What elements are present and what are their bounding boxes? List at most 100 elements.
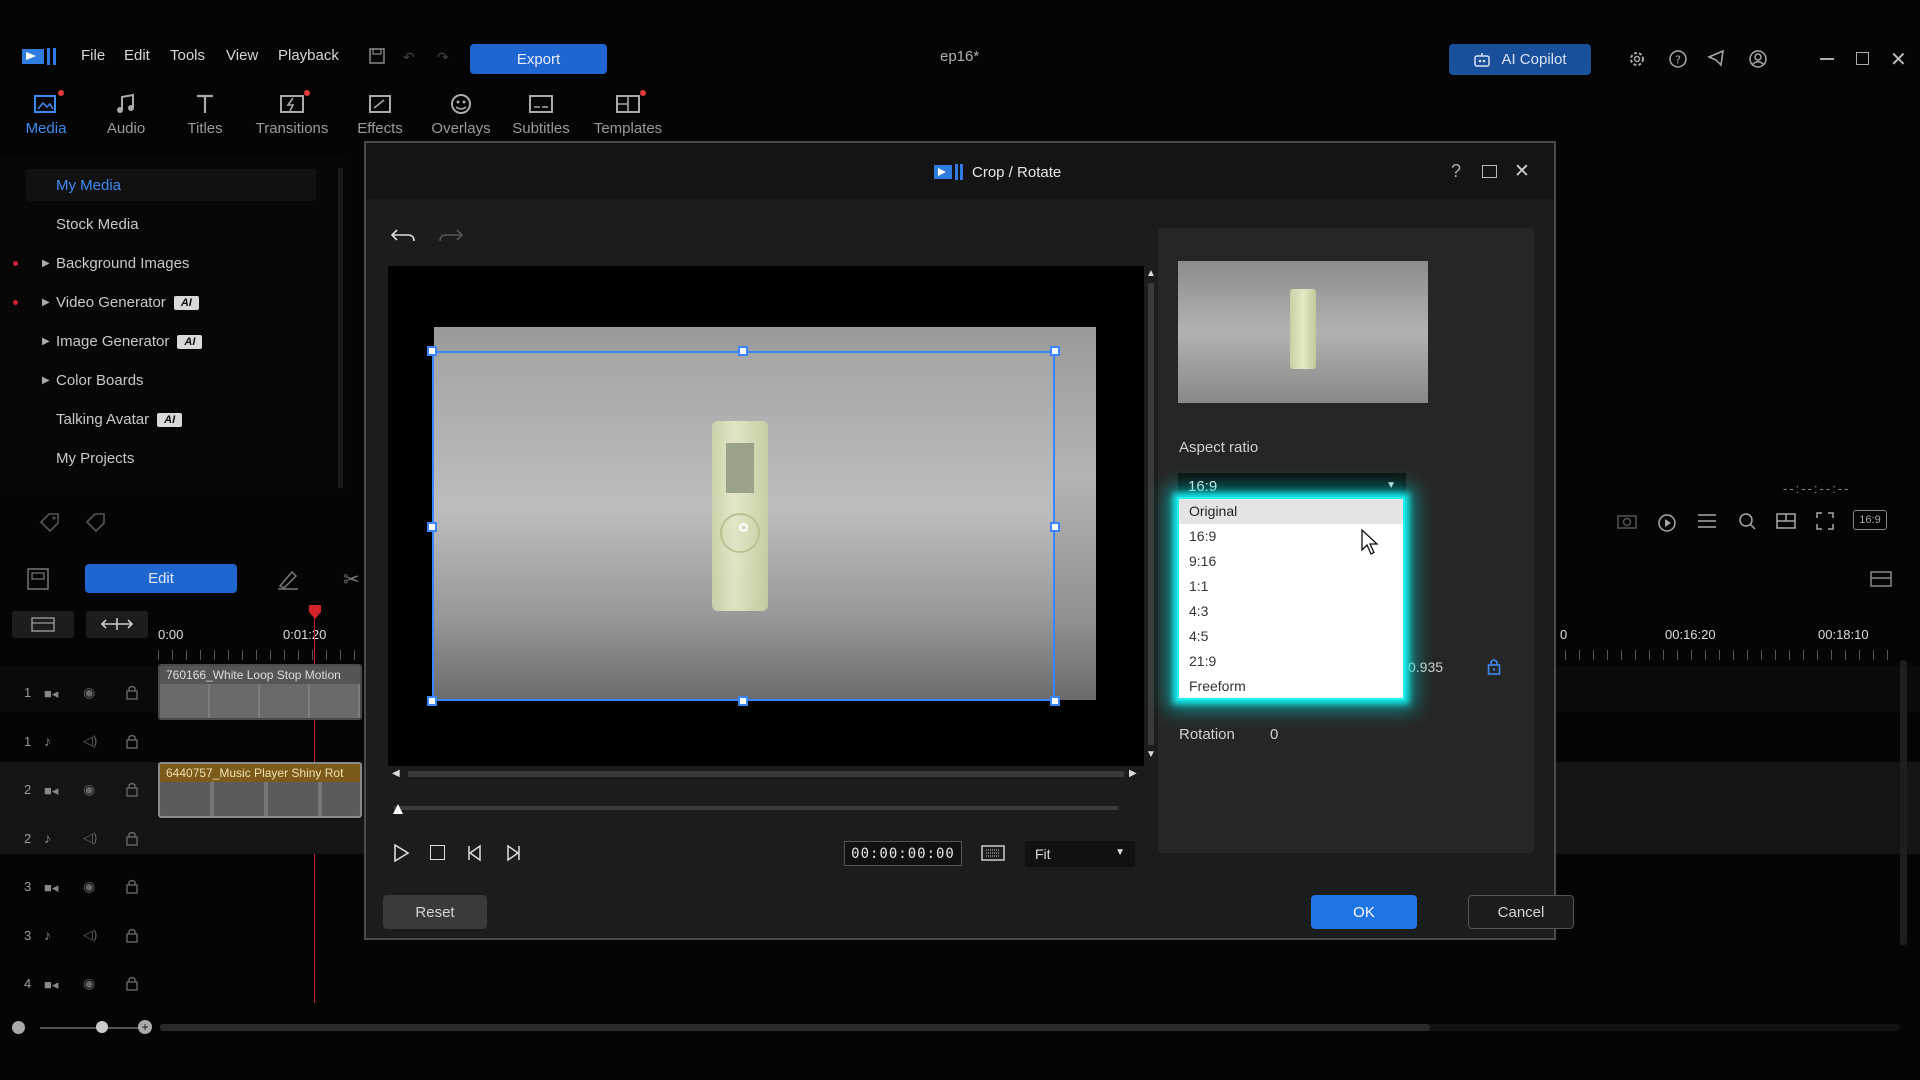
- scroll-up-icon[interactable]: ▲: [1146, 268, 1156, 279]
- close-app-icon[interactable]: ✕: [1890, 47, 1907, 72]
- aspect-ratio-badge[interactable]: 16:9: [1853, 510, 1887, 530]
- sidebar-item-my-projects[interactable]: My Projects: [56, 450, 134, 467]
- tab-subtitles[interactable]: Subtitles: [501, 92, 581, 144]
- zoom-slider-track[interactable]: [40, 1027, 140, 1029]
- help-icon[interactable]: ?: [1668, 49, 1688, 69]
- rotation-value[interactable]: 0: [1270, 726, 1278, 743]
- reset-button[interactable]: Reset: [383, 895, 487, 929]
- tab-overlays[interactable]: Overlays: [421, 92, 501, 144]
- layout-icon[interactable]: [1775, 512, 1797, 530]
- tab-titles[interactable]: Titles: [165, 92, 245, 144]
- scroll-down-icon[interactable]: ▼: [1146, 749, 1156, 760]
- expand-arrow-icon[interactable]: ▶: [42, 375, 50, 386]
- lock-ratio-icon[interactable]: [1487, 657, 1501, 675]
- sidebar-item-talking-avatar[interactable]: Talking Avatar AI: [56, 411, 183, 428]
- minimize-icon[interactable]: [1820, 58, 1834, 60]
- sidebar-item-my-media[interactable]: My Media: [56, 177, 121, 194]
- menu-playback[interactable]: Playback: [278, 47, 339, 64]
- lock-icon[interactable]: [125, 878, 139, 894]
- redo-icon[interactable]: ↷: [437, 49, 449, 66]
- aspect-option-21-9[interactable]: 21:9: [1179, 649, 1403, 674]
- dialog-maximize-icon[interactable]: [1482, 165, 1497, 178]
- menu-view[interactable]: View: [226, 47, 258, 64]
- tab-audio[interactable]: Audio: [86, 92, 166, 144]
- eye-icon[interactable]: ◉: [83, 781, 95, 798]
- speaker-icon[interactable]: ◁): [83, 733, 97, 749]
- dialog-help-icon[interactable]: ?: [1451, 161, 1461, 182]
- export-button[interactable]: Export: [470, 44, 607, 74]
- ai-copilot-button[interactable]: AI Copilot: [1449, 44, 1591, 75]
- sidebar-item-stock-media[interactable]: Stock Media: [56, 216, 139, 233]
- eye-icon[interactable]: ◉: [83, 975, 95, 992]
- fullscreen-icon[interactable]: [1815, 511, 1835, 531]
- expand-arrow-icon[interactable]: ▶: [42, 258, 50, 269]
- feedback-icon[interactable]: [1707, 49, 1729, 69]
- speaker-icon[interactable]: ◁): [83, 830, 97, 846]
- lock-icon[interactable]: [125, 927, 139, 943]
- crop-undo-icon[interactable]: [390, 227, 416, 245]
- sidebar-item-background-images[interactable]: Background Images: [56, 255, 189, 272]
- playhead-handle-icon[interactable]: [308, 604, 322, 620]
- speaker-icon[interactable]: ◁): [83, 927, 97, 943]
- crop-handle-top-right[interactable]: [1050, 346, 1060, 356]
- play-icon[interactable]: [392, 843, 410, 863]
- aspect-option-4-5[interactable]: 4:5: [1179, 624, 1403, 649]
- undo-icon[interactable]: ↶: [403, 49, 415, 66]
- add-tag-icon[interactable]: [38, 511, 62, 533]
- zoom-fit-select[interactable]: Fit ▼: [1025, 841, 1135, 867]
- sidebar-scrollbar[interactable]: [338, 168, 343, 488]
- aspect-option-freeform[interactable]: Freeform: [1179, 674, 1403, 699]
- zoom-slider-handle[interactable]: [96, 1021, 108, 1033]
- timecode-display[interactable]: 00:00:00:00: [844, 841, 962, 866]
- horizontal-scrollbar[interactable]: [160, 1024, 1900, 1031]
- timeline-ruler-right[interactable]: [1565, 650, 1895, 660]
- lock-icon[interactable]: [125, 830, 139, 846]
- preview-horizontal-scrollbar[interactable]: [408, 771, 1124, 777]
- lock-icon[interactable]: [125, 684, 139, 700]
- dialog-close-icon[interactable]: ✕: [1514, 160, 1530, 183]
- account-icon[interactable]: [1748, 49, 1768, 69]
- scroll-right-icon[interactable]: ▶: [1129, 768, 1137, 779]
- sidebar-item-image-generator[interactable]: Image Generator AI: [56, 333, 203, 350]
- crop-handle-bottom[interactable]: [738, 696, 748, 706]
- pen-icon[interactable]: [276, 568, 300, 590]
- timeline-settings-icon[interactable]: [1869, 568, 1895, 590]
- cancel-button[interactable]: Cancel: [1468, 895, 1574, 929]
- ok-button[interactable]: OK: [1311, 895, 1417, 929]
- video-clip[interactable]: 760166_White Loop Stop Motion: [158, 664, 362, 720]
- crop-handle-bottom-left[interactable]: [427, 696, 437, 706]
- eye-icon[interactable]: ◉: [83, 684, 95, 701]
- lock-icon[interactable]: [125, 733, 139, 749]
- eye-icon[interactable]: ◉: [83, 878, 95, 895]
- lock-icon[interactable]: [125, 781, 139, 797]
- timeline-ruler[interactable]: [158, 650, 363, 660]
- crop-handle-top[interactable]: [738, 346, 748, 356]
- scroll-left-icon[interactable]: ◀: [392, 768, 400, 779]
- aspect-ratio-select[interactable]: 16:9 ▼: [1178, 473, 1406, 500]
- save-icon[interactable]: [368, 47, 386, 65]
- expand-arrow-icon[interactable]: ▶: [42, 336, 50, 347]
- crop-center-point[interactable]: [739, 523, 748, 532]
- gear-icon[interactable]: [1627, 49, 1647, 69]
- zoom-in-icon[interactable]: +: [138, 1020, 152, 1034]
- previous-frame-icon[interactable]: [465, 843, 485, 863]
- arrange-icon[interactable]: [26, 567, 50, 591]
- tab-transitions[interactable]: Transitions: [252, 90, 332, 144]
- edit-button[interactable]: Edit: [85, 564, 237, 593]
- track-manager-button[interactable]: [12, 611, 74, 638]
- preview-vertical-scrollbar[interactable]: [1148, 283, 1154, 745]
- zoom-icon[interactable]: [1736, 511, 1758, 531]
- next-frame-icon[interactable]: [503, 843, 523, 863]
- fit-timeline-button[interactable]: [86, 611, 148, 638]
- list-icon[interactable]: [1696, 512, 1718, 530]
- tab-templates[interactable]: Templates: [588, 90, 668, 144]
- restore-icon[interactable]: [1856, 52, 1869, 65]
- stop-icon[interactable]: [430, 845, 445, 860]
- crop-handle-left[interactable]: [427, 522, 437, 532]
- crop-redo-icon[interactable]: [438, 227, 464, 245]
- vertical-scrollbar[interactable]: [1900, 660, 1907, 945]
- scrubber-handle-icon[interactable]: [392, 803, 404, 815]
- crop-handle-top-left[interactable]: [427, 346, 437, 356]
- playback-scrubber-track[interactable]: [394, 806, 1118, 810]
- snapshot-icon[interactable]: [1616, 512, 1638, 530]
